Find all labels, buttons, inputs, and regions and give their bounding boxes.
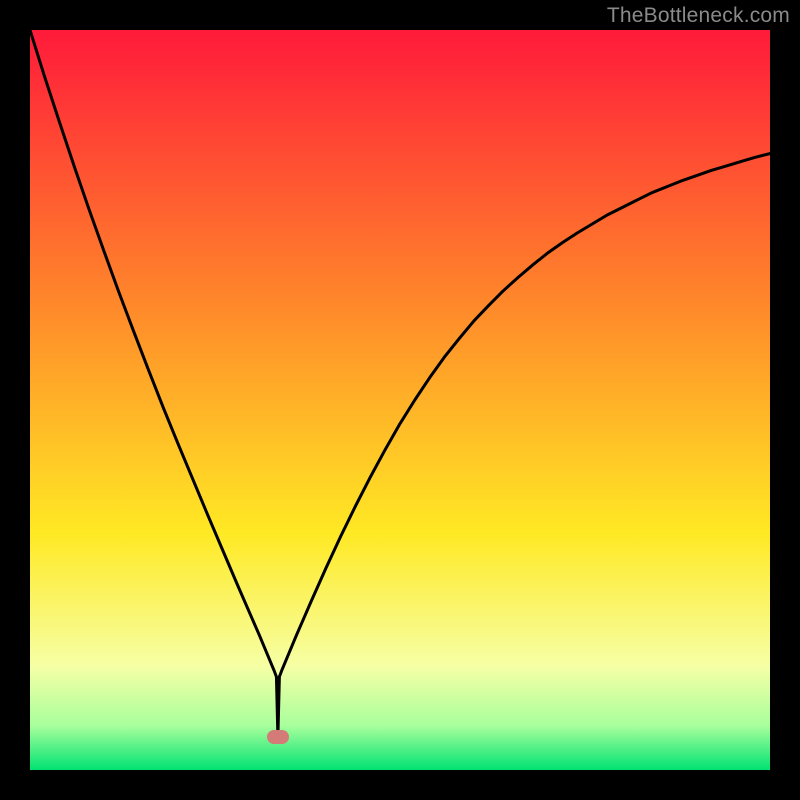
optimum-marker — [267, 730, 289, 744]
watermark-text: TheBottleneck.com — [607, 4, 790, 28]
curve-svg — [30, 30, 770, 770]
plot-area — [30, 30, 770, 770]
bottleneck-curve — [30, 30, 770, 737]
chart-frame: TheBottleneck.com — [0, 0, 800, 800]
